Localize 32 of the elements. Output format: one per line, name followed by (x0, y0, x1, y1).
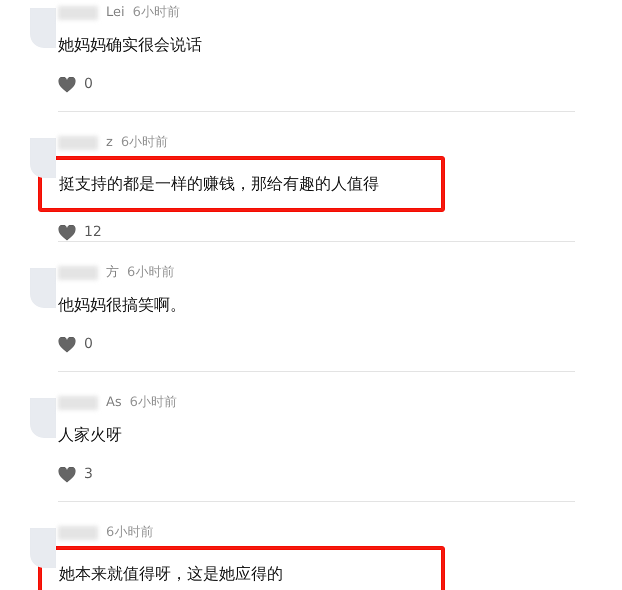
heart-icon[interactable] (58, 336, 76, 352)
like-count: 0 (84, 75, 93, 94)
comment-text: 人家火呀 (58, 424, 123, 446)
blurred-username (58, 136, 98, 150)
timestamp: 6小时前 (130, 394, 177, 412)
avatar (30, 268, 56, 308)
blurred-username (58, 526, 98, 540)
timestamp: 6小时前 (132, 4, 180, 22)
timestamp: 6小时前 (120, 134, 168, 152)
avatar (30, 8, 56, 48)
comment-text: 他妈妈很搞笑啊。 (58, 294, 187, 316)
like-count: 12 (84, 223, 102, 242)
timestamp: 6小时前 (127, 264, 174, 282)
comment-text: 她妈妈确实很会说话 (58, 34, 203, 56)
avatar (30, 398, 56, 438)
timestamp: 6小时前 (106, 524, 154, 542)
blurred-username (58, 6, 98, 20)
like-count: 0 (84, 335, 93, 354)
blurred-username (58, 396, 98, 410)
heart-icon[interactable] (58, 224, 76, 240)
avatar (30, 138, 56, 178)
avatar (30, 528, 56, 568)
username: 方 (106, 264, 119, 282)
comment-text: 挺支持的都是一样的赚钱，那给有趣的人值得 (38, 156, 445, 212)
comment-text: 她本来就值得呀，这是她应得的 (38, 546, 445, 590)
username: z (106, 134, 113, 152)
like-count: 3 (84, 465, 93, 484)
blurred-username (58, 266, 98, 280)
heart-icon[interactable] (58, 466, 76, 482)
username: Lei (106, 4, 125, 22)
heart-icon[interactable] (58, 76, 76, 92)
username: As (106, 394, 122, 412)
